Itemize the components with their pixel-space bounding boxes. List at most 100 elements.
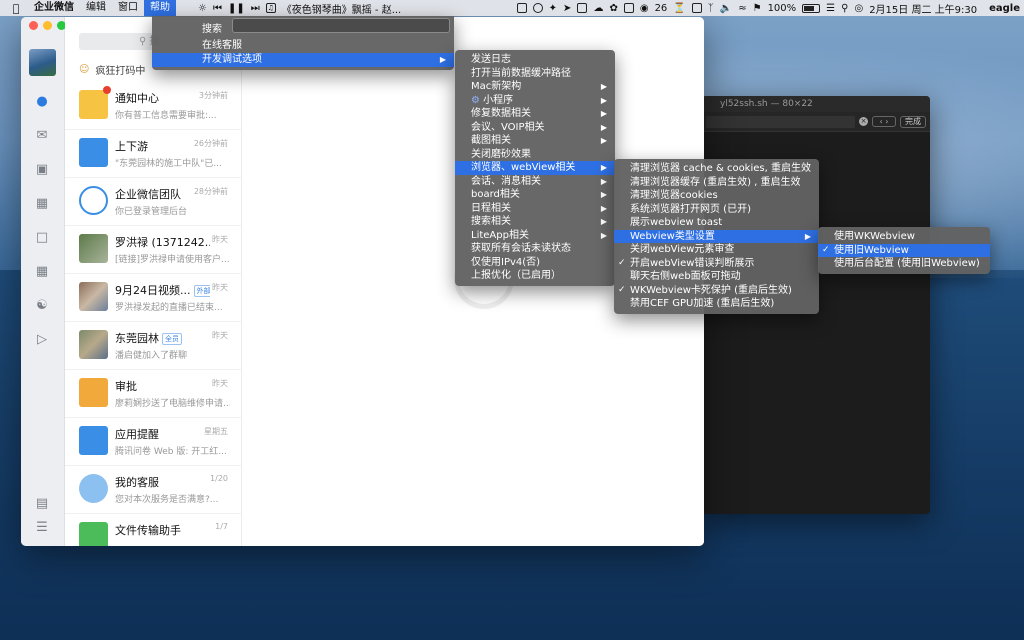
pinned-status[interactable]: ☺ 疯狂打码中 bbox=[79, 62, 145, 77]
menu-item-online-service[interactable]: 在线客服 bbox=[152, 39, 454, 53]
list-item[interactable]: 企业微信团队 28分钟前 你已登录管理后台 bbox=[65, 178, 242, 226]
menu-item-disable-frosted[interactable]: 关闭磨砂效果 bbox=[455, 148, 615, 162]
flower-icon[interactable]: ✿ bbox=[609, 3, 617, 14]
datetime[interactable]: 2月15日 周二 上午9:30 bbox=[869, 1, 977, 16]
menu-app-name[interactable]: 企业微信 bbox=[28, 0, 80, 16]
apps-icon[interactable]: ▷ bbox=[34, 331, 50, 347]
help-search-input[interactable] bbox=[232, 18, 450, 33]
menu-item-dev-options[interactable]: 开发调试选项 ▶ bbox=[152, 53, 454, 67]
siri-icon[interactable]: ◎ bbox=[854, 3, 863, 14]
list-item[interactable]: 我的客服 1/20 您对本次服务是否满意?... bbox=[65, 466, 242, 514]
list-item[interactable]: 审批 昨天 廖莉娴抄送了电脑维修申请... bbox=[65, 370, 242, 418]
edit-icon[interactable] bbox=[577, 3, 588, 13]
list-item[interactable]: 罗洪禄 (1371242... 昨天 [链接]罗洪禄申请使用客户... bbox=[65, 226, 242, 274]
clear-icon[interactable]: × bbox=[859, 117, 868, 126]
workbench-icon[interactable]: ▦ bbox=[34, 263, 50, 279]
menu-item-report-optimization[interactable]: 上报优化（已启用） bbox=[455, 269, 615, 283]
list-item[interactable]: 通知中心 3分钟前 你有普工信息需要审批:... bbox=[65, 82, 242, 130]
menu-item-meeting-voip[interactable]: 会议、VOIP相关 ▶ bbox=[455, 121, 615, 135]
search-icon[interactable]: ⚲ bbox=[841, 3, 848, 14]
user-avatar[interactable] bbox=[29, 49, 56, 76]
menu-item-search[interactable]: 搜索相关 ▶ bbox=[455, 215, 615, 229]
menu-item-system-browser[interactable]: 系统浏览器打开网页 (已开) bbox=[614, 203, 819, 217]
menu-item-liteapp[interactable]: LiteApp相关 ▶ bbox=[455, 229, 615, 243]
find-nav-buttons[interactable]: ‹ › bbox=[872, 116, 896, 127]
previous-track-icon[interactable]: ⏮ bbox=[213, 3, 222, 14]
terminal-find-bar: × ‹ › 完成 bbox=[702, 112, 930, 132]
more-menu-icon[interactable]: ☰ bbox=[34, 519, 50, 535]
history-icon[interactable]: ⏳ bbox=[673, 3, 685, 14]
org-chart-icon[interactable]: ☯ bbox=[34, 297, 50, 313]
minimize-window-button[interactable] bbox=[43, 21, 52, 30]
menu-item-webview-toast[interactable]: 展示webview toast bbox=[614, 216, 819, 230]
menu-help[interactable]: 帮助 bbox=[144, 0, 176, 16]
submenu-arrow-icon: ▶ bbox=[600, 176, 607, 186]
now-playing-text[interactable]: 《夜色钢琴曲》飘摇 - 赵... bbox=[282, 1, 402, 16]
list-item[interactable]: 东莞园林 全员 昨天 潘启健加入了群聊 bbox=[65, 322, 242, 370]
next-track-icon[interactable]: ⏭ bbox=[251, 3, 260, 14]
menu-edit[interactable]: 编辑 bbox=[80, 0, 112, 16]
menu-item-webview-error-display[interactable]: ✓ 开启webView错误判断展示 bbox=[614, 257, 819, 271]
music-app-icon[interactable]: ♫ bbox=[265, 3, 276, 13]
menu-item-mini-program[interactable]: ⚙ 小程序 ▶ bbox=[455, 94, 615, 108]
menu-item-disable-cef-gpu[interactable]: 禁用CEF GPU加速 (重启后生效) bbox=[614, 297, 819, 311]
chat-status-icon[interactable]: ☼ bbox=[198, 3, 207, 14]
messages-icon[interactable]: ● bbox=[34, 93, 50, 109]
find-done-button[interactable]: 完成 bbox=[900, 115, 926, 128]
menu-item-wkwebview-protect[interactable]: ✓ WKWebview卡死保护 (重启后生效) bbox=[614, 284, 819, 298]
docs-icon[interactable]: ▣ bbox=[34, 161, 50, 177]
menu-item-use-wkwebview[interactable]: 使用WKWebview bbox=[818, 230, 990, 244]
menu-item-browser-webview[interactable]: 浏览器、webView相关 ▶ bbox=[455, 161, 615, 175]
menu-item-ipv4-only[interactable]: 仅使用IPv4(否) bbox=[455, 256, 615, 270]
close-window-button[interactable] bbox=[29, 21, 38, 30]
wechat-icon[interactable]: ◉ bbox=[640, 3, 649, 14]
control-center-icon[interactable]: ☰ bbox=[826, 3, 835, 14]
menu-item-mac-arch[interactable]: Mac新架构 ▶ bbox=[455, 80, 615, 94]
terminal-find-input[interactable] bbox=[706, 115, 855, 128]
bluetooth-icon[interactable]: ᛉ bbox=[708, 3, 714, 14]
menu-item-clear-cache-cookies[interactable]: 清理浏览器 cache & cookies, 重启生效 bbox=[614, 162, 819, 176]
menu-item-disable-inspector[interactable]: 关闭webView元素审查 bbox=[614, 243, 819, 257]
menu-item-send-log[interactable]: 发送日志 bbox=[455, 53, 615, 67]
group-avatar bbox=[79, 282, 108, 311]
battery-text[interactable]: 100% bbox=[768, 3, 797, 14]
notification-count[interactable]: 26 bbox=[655, 3, 668, 14]
menu-item-use-backend-config[interactable]: 使用后台配置 (使用旧Webview) bbox=[818, 257, 990, 271]
menu-item-use-old-webview[interactable]: ✓ 使用旧Webview bbox=[818, 243, 990, 257]
menu-window[interactable]: 窗口 bbox=[112, 0, 144, 16]
feather-icon[interactable]: ➤ bbox=[563, 3, 571, 14]
menu-item-webview-type[interactable]: Webview类型设置 ▶ bbox=[614, 229, 819, 243]
wifi-icon[interactable]: ≈ bbox=[738, 3, 746, 14]
photos-icon[interactable]: □ bbox=[34, 229, 50, 245]
mail-icon[interactable]: ✉ bbox=[34, 127, 50, 143]
pause-icon[interactable]: ❚❚ bbox=[228, 3, 245, 14]
menu-item-draggable-panel[interactable]: 聊天右侧web面板可拖动 bbox=[614, 270, 819, 284]
list-item[interactable]: 应用提醒 星期五 腾讯问卷 Web 版: 开工红... bbox=[65, 418, 242, 466]
menu-item-repair-data[interactable]: 修复数据相关 ▶ bbox=[455, 107, 615, 121]
menu-item-clear-cache[interactable]: 清理浏览器缓存 (重启生效) , 重启生效 bbox=[614, 176, 819, 190]
list-item[interactable]: 文件传输助手 1/7 bbox=[65, 514, 242, 546]
cloud-icon[interactable]: ☁ bbox=[593, 3, 603, 14]
chat-preview: [链接]罗洪禄申请使用客户... bbox=[115, 255, 230, 265]
menu-item-open-cache-path[interactable]: 打开当前数据缓冲路径 bbox=[455, 67, 615, 81]
volume-icon[interactable]: 🔈 bbox=[720, 3, 732, 14]
calendar-icon[interactable]: ▦ bbox=[34, 195, 50, 211]
list-item[interactable]: 9月24日视频... 外部 昨天 罗洪禄发起的直播已结束... bbox=[65, 274, 242, 322]
shield-icon[interactable]: ✦ bbox=[549, 3, 557, 14]
screen-icon[interactable] bbox=[516, 3, 527, 13]
menu-item-session-message[interactable]: 会话、消息相关 ▶ bbox=[455, 175, 615, 189]
menu-item-screenshot[interactable]: 截图相关 ▶ bbox=[455, 134, 615, 148]
username[interactable]: eagle bbox=[989, 3, 1020, 14]
flag-icon[interactable]: ⚑ bbox=[753, 3, 762, 14]
focus-icon[interactable] bbox=[532, 3, 543, 13]
menu-item-unread-status[interactable]: 获取所有会话未读状态 bbox=[455, 242, 615, 256]
menu-item-clear-cookies[interactable]: 清理浏览器cookies bbox=[614, 189, 819, 203]
menu-item-calendar[interactable]: 日程相关 ▶ bbox=[455, 202, 615, 216]
apple-menu-icon[interactable]:  bbox=[8, 0, 24, 16]
clipboard-icon[interactable] bbox=[623, 3, 634, 13]
menu-item-board[interactable]: board相关 ▶ bbox=[455, 188, 615, 202]
list-item[interactable]: 上下游 26分钟前 "东莞园林的施工中队"已... bbox=[65, 130, 242, 178]
airplay-icon[interactable] bbox=[691, 3, 702, 13]
battery-icon[interactable] bbox=[802, 3, 821, 13]
notes-icon[interactable]: ▤ bbox=[34, 495, 50, 511]
